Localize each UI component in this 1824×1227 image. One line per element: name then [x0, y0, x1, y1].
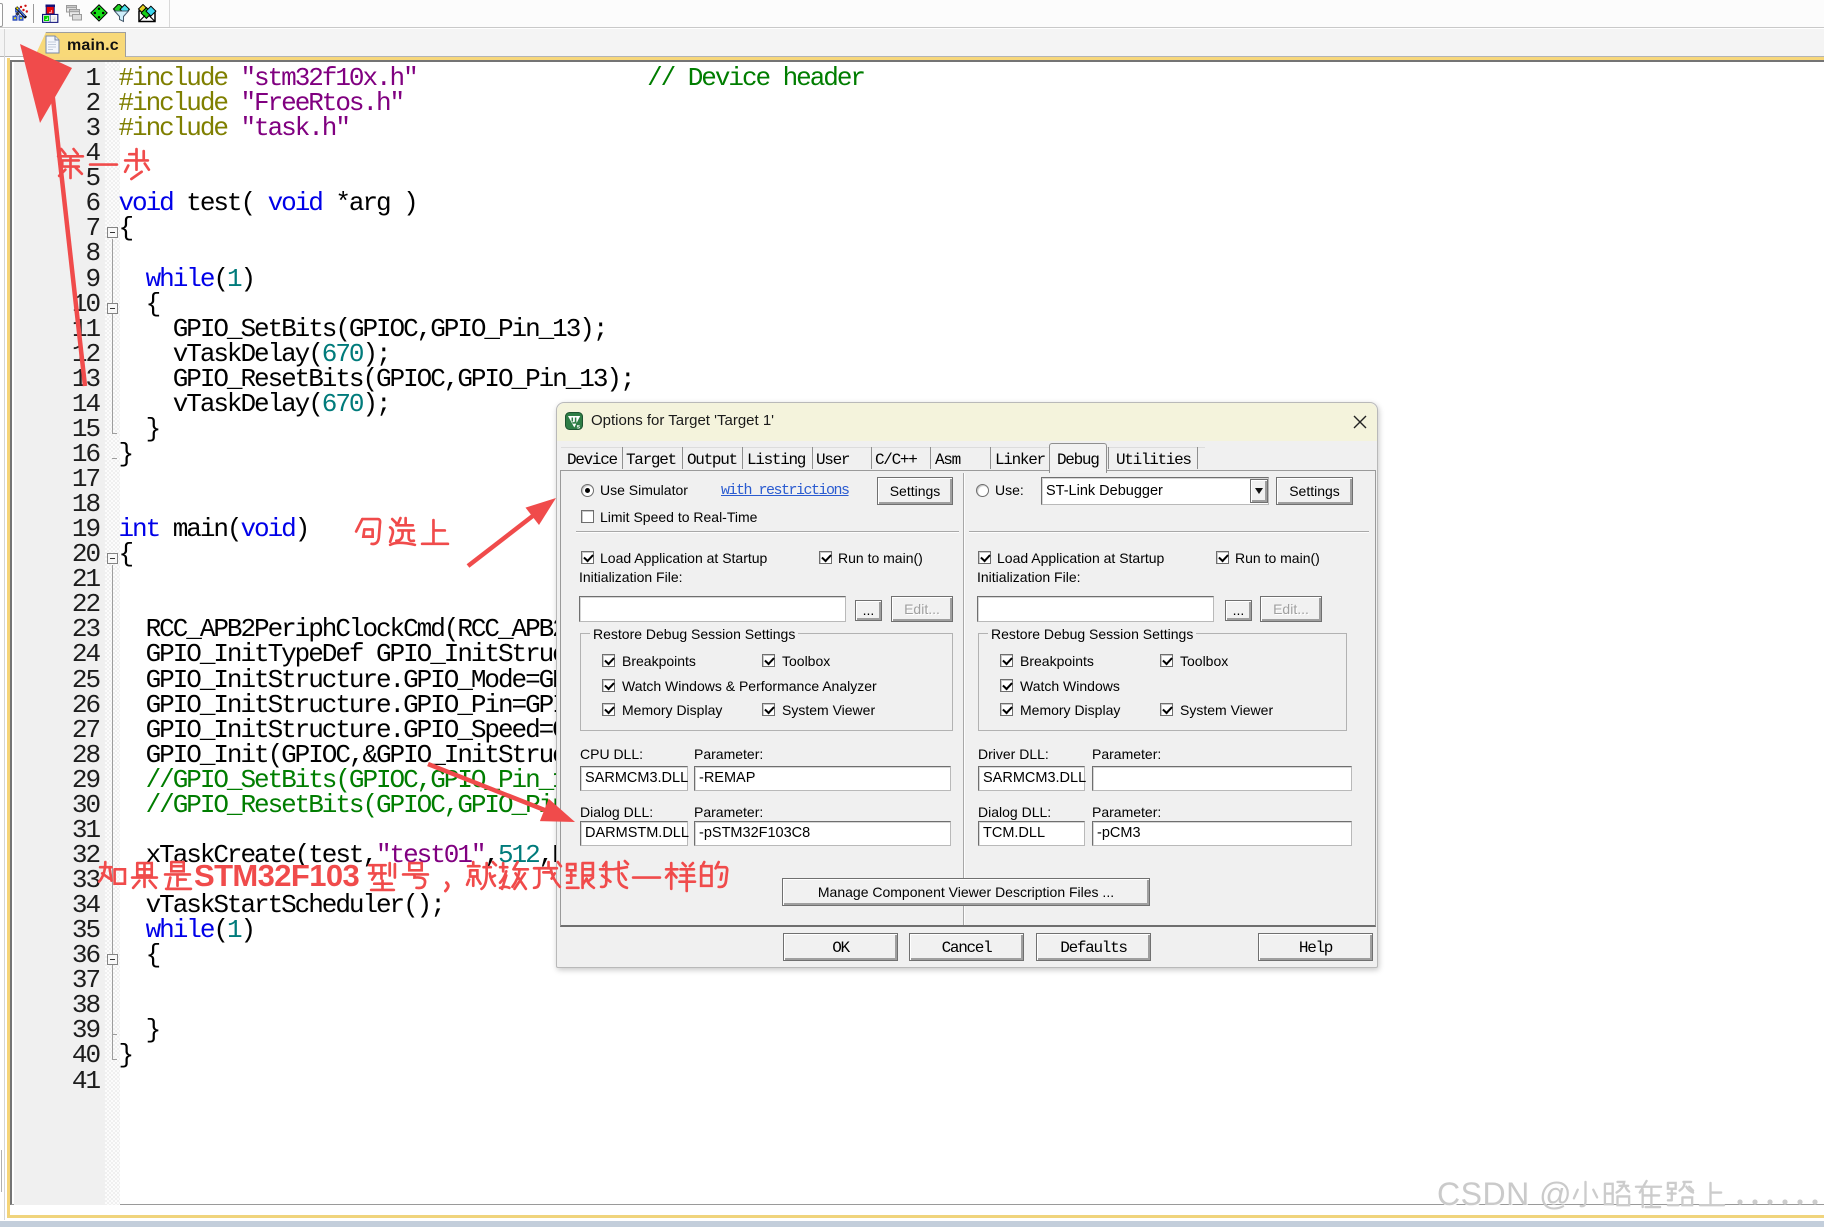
svg-text:s: s: [577, 424, 581, 431]
